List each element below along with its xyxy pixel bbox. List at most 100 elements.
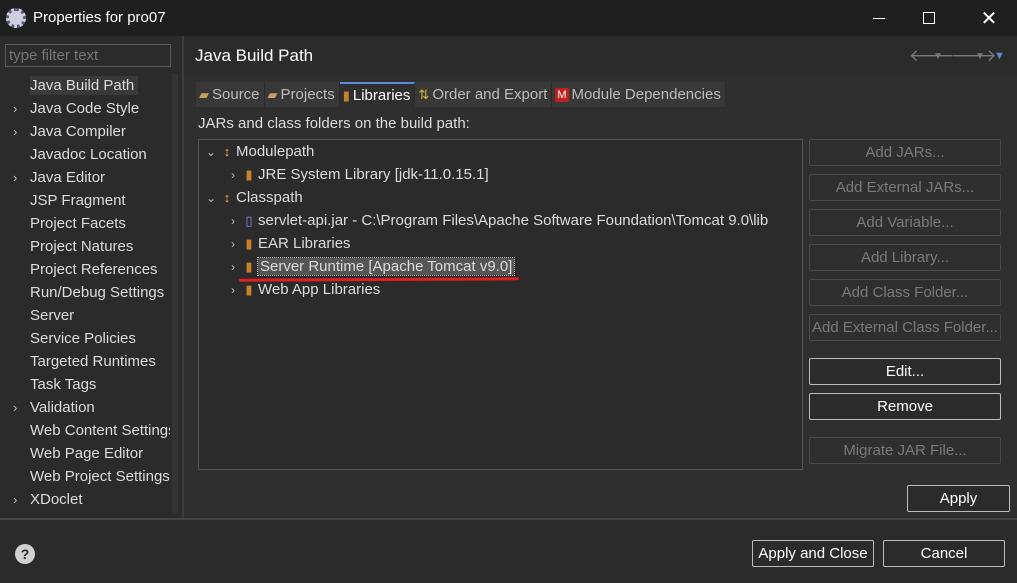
tree-node-label: Server Runtime [Apache Tomcat v9.0] <box>256 257 516 276</box>
chevron-right-icon[interactable]: › <box>226 256 240 278</box>
chevron-down-icon[interactable]: ⌄ <box>204 187 218 209</box>
nav-item-run-debug-settings[interactable]: Run/Debug Settings <box>5 281 170 304</box>
left-scrollbar[interactable] <box>172 74 178 514</box>
order-icon: ⇅ <box>418 87 430 102</box>
tab-label: Source <box>212 86 260 103</box>
cancel-button[interactable]: Cancel <box>883 540 1005 567</box>
filter-input[interactable] <box>5 44 171 67</box>
page-header: Java Build Path 🡐 ▼ 🡒 ▼ ▼ <box>184 36 1017 76</box>
forward-dropdown-icon[interactable]: ▼ <box>975 51 985 62</box>
nav-item-java-compiler[interactable]: › Java Compiler <box>5 120 170 143</box>
library-icon: ▮ <box>245 259 253 274</box>
tree-node-classpath[interactable]: ⌄ ↕ Classpath <box>204 187 303 209</box>
nav-item-label: Java Code Style <box>30 100 140 117</box>
chevron-down-icon[interactable]: ⌄ <box>204 141 218 163</box>
maximize-button[interactable] <box>906 0 952 36</box>
chevron-right-icon[interactable]: › <box>226 164 240 186</box>
tree-node-label: servlet-api.jar - C:\Program Files\Apach… <box>258 212 769 229</box>
library-icon: ▮ <box>342 88 350 103</box>
nav-item-web-content-settings[interactable]: Web Content Settings <box>5 419 170 442</box>
nav-item-label: Project References <box>30 261 158 278</box>
nav-item-label: Run/Debug Settings <box>30 284 165 301</box>
nav-item-label: Project Facets <box>30 215 126 232</box>
tab-libraries[interactable]: ▮ Libraries <box>339 82 416 107</box>
tree-node-server-runtime[interactable]: › ▮ Server Runtime [Apache Tomcat v9.0] <box>226 256 516 278</box>
nav-item-service-policies[interactable]: Service Policies <box>5 327 170 350</box>
nav-item-jsp-fragment[interactable]: JSP Fragment <box>5 189 170 212</box>
tree-node-servlet-api-jar[interactable]: › ▯ servlet-api.jar - C:\Program Files\Apa… <box>226 210 768 232</box>
nav-item-label: XDoclet <box>30 491 83 508</box>
tab-label: Projects <box>280 86 335 103</box>
back-arrow-icon[interactable]: 🡐 <box>909 46 955 66</box>
add-external-class-folder-button[interactable]: Add External Class Folder... <box>809 314 1001 341</box>
minimize-button[interactable] <box>856 0 902 36</box>
chevron-right-icon[interactable]: › <box>13 120 17 143</box>
add-library-button[interactable]: Add Library... <box>809 244 1001 271</box>
left-navigation-pane: Java Build Path › Java Code Style › Java C… <box>0 36 182 518</box>
chevron-right-icon[interactable]: › <box>226 210 240 232</box>
nav-item-label: Server <box>30 307 75 324</box>
add-class-folder-button[interactable]: Add Class Folder... <box>809 279 1001 306</box>
path-entry-icon: ↕ <box>223 144 231 159</box>
tab-order-and-export[interactable]: ⇅ Order and Export <box>415 82 553 107</box>
chevron-right-icon[interactable]: › <box>13 396 17 419</box>
nav-item-label: Targeted Runtimes <box>30 353 156 370</box>
forward-arrow-icon[interactable]: 🡒 <box>951 46 997 66</box>
apply-button[interactable]: Apply <box>907 485 1010 512</box>
remove-button[interactable]: Remove <box>809 393 1001 420</box>
edit-button[interactable]: Edit... <box>809 358 1001 385</box>
library-icon: ▮ <box>245 282 253 297</box>
page-title: Java Build Path <box>195 46 314 65</box>
tree-node-ear-libraries[interactable]: › ▮ EAR Libraries <box>226 233 351 255</box>
tree-node-label: Modulepath <box>236 143 315 160</box>
nav-item-label: Web Page Editor <box>30 445 144 462</box>
title-bar: Properties for pro07 ✕ <box>0 0 1017 36</box>
nav-item-server[interactable]: Server <box>5 304 170 327</box>
add-variable-button[interactable]: Add Variable... <box>809 209 1001 236</box>
help-icon[interactable]: ? <box>15 544 35 564</box>
build-path-tabs: ▰ Source ▰ Projects ▮ Libraries ⇅ Order and … <box>196 82 726 107</box>
nav-item-project-facets[interactable]: Project Facets <box>5 212 170 235</box>
nav-item-validation[interactable]: › Validation <box>5 396 170 419</box>
tab-source[interactable]: ▰ Source <box>196 82 265 107</box>
back-dropdown-icon[interactable]: ▼ <box>933 51 943 62</box>
tree-node-web-app-libraries[interactable]: › ▮ Web App Libraries <box>226 279 380 301</box>
nav-item-label: Java Editor <box>30 169 106 186</box>
nav-item-java-editor[interactable]: › Java Editor <box>5 166 170 189</box>
nav-item-label: Web Project Settings <box>30 468 170 485</box>
nav-item-xdoclet[interactable]: › XDoclet <box>5 488 170 511</box>
tree-node-modulepath[interactable]: ⌄ ↕ Modulepath <box>204 141 314 163</box>
tab-projects[interactable]: ▰ Projects <box>264 82 340 107</box>
tree-node-label: Web App Libraries <box>258 281 381 298</box>
nav-item-java-build-path[interactable]: Java Build Path <box>5 74 170 97</box>
chevron-right-icon[interactable]: › <box>13 166 17 189</box>
nav-item-javadoc-location[interactable]: Javadoc Location <box>5 143 170 166</box>
nav-item-label: Java Build Path <box>30 76 139 95</box>
module-icon: M <box>555 87 569 102</box>
nav-item-label: Task Tags <box>30 376 97 393</box>
nav-item-targeted-runtimes[interactable]: Targeted Runtimes <box>5 350 170 373</box>
nav-item-label: Validation <box>30 399 95 416</box>
nav-item-task-tags[interactable]: Task Tags <box>5 373 170 396</box>
chevron-right-icon[interactable]: › <box>226 279 240 301</box>
chevron-right-icon[interactable]: › <box>13 97 17 120</box>
apply-and-close-button[interactable]: Apply and Close <box>752 540 874 567</box>
tree-node-jre-system-library[interactable]: › ▮ JRE System Library [jdk-11.0.15.1] <box>226 164 489 186</box>
nav-item-project-references[interactable]: Project References <box>5 258 170 281</box>
add-external-jars-button[interactable]: Add External JARs... <box>809 174 1001 201</box>
nav-item-web-project-settings[interactable]: Web Project Settings <box>5 465 170 488</box>
view-menu-icon[interactable]: ▼ <box>994 50 1005 62</box>
minimize-icon <box>873 17 885 19</box>
tree-node-label: EAR Libraries <box>258 235 351 252</box>
properties-page: Java Build Path 🡐 ▼ 🡒 ▼ ▼ ▰ Source ▰ Proje… <box>184 36 1017 518</box>
tab-module-dependencies[interactable]: M Module Dependencies <box>552 82 726 107</box>
migrate-jar-button[interactable]: Migrate JAR File... <box>809 437 1001 464</box>
window-title: Properties for pro07 <box>33 9 166 26</box>
add-jars-button[interactable]: Add JARs... <box>809 139 1001 166</box>
chevron-right-icon[interactable]: › <box>13 488 17 511</box>
close-button[interactable]: ✕ <box>966 0 1012 36</box>
nav-item-java-code-style[interactable]: › Java Code Style <box>5 97 170 120</box>
nav-item-web-page-editor[interactable]: Web Page Editor <box>5 442 170 465</box>
chevron-right-icon[interactable]: › <box>226 233 240 255</box>
nav-item-project-natures[interactable]: Project Natures <box>5 235 170 258</box>
